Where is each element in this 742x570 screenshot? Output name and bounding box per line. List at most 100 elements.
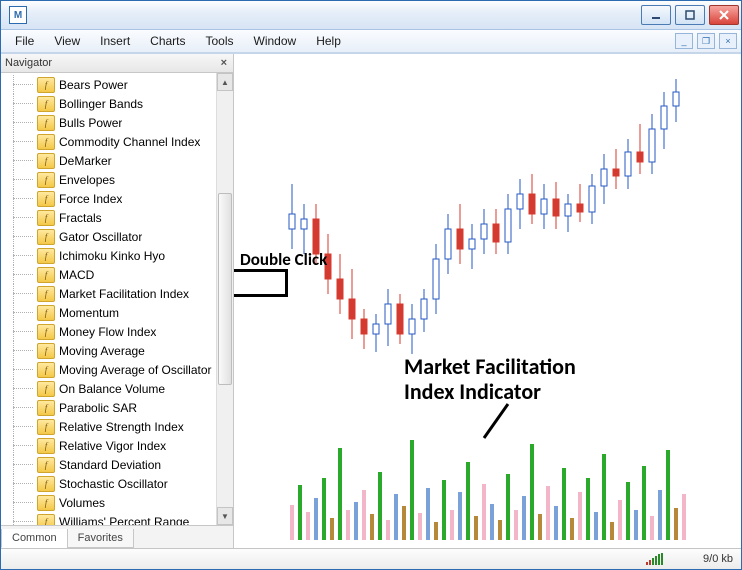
navigator-item-label: Envelopes (59, 173, 115, 187)
navigator-tree[interactable]: f Bears Power f Bollinger Bands f Bulls Power… (1, 73, 216, 525)
app-window: M File View Insert Charts Tools Window H… (0, 0, 742, 570)
title-bar[interactable]: M (1, 1, 741, 30)
maximize-button[interactable] (675, 5, 705, 25)
navigator-item[interactable]: f Moving Average (3, 341, 216, 360)
scroll-up-icon[interactable]: ▲ (217, 73, 233, 91)
connection-bars-icon (646, 553, 663, 565)
navigator-item[interactable]: f Stochastic Oscillator (3, 474, 216, 493)
navigator-item-label: Relative Vigor Index (59, 439, 166, 453)
navigator-item[interactable]: f Standard Deviation (3, 455, 216, 474)
indicator-icon: f (37, 153, 55, 169)
navigator-item-label: Stochastic Oscillator (59, 477, 168, 491)
navigator-item[interactable]: fParabolic SAR (3, 398, 216, 417)
navigator-item-label: Fractals (59, 211, 102, 225)
indicator-icon: f (37, 476, 55, 492)
navigator-item-label: MACD (59, 268, 94, 282)
navigator-panel: Navigator × f Bears Power f Bollinger Bands… (1, 54, 234, 548)
navigator-item-label: Bulls Power (59, 116, 122, 130)
navigator-item[interactable]: f Bollinger Bands (3, 94, 216, 113)
menu-file[interactable]: File (5, 32, 44, 50)
menu-bar: File View Insert Charts Tools Window Hel… (1, 30, 741, 53)
indicator-icon: f (37, 286, 55, 302)
navigator-tabs: Common Favorites (1, 525, 233, 548)
menu-charts[interactable]: Charts (140, 32, 195, 50)
tab-favorites[interactable]: Favorites (67, 529, 134, 548)
indicator-icon: f (37, 267, 55, 283)
menu-tools[interactable]: Tools (196, 32, 244, 50)
navigator-item-label: DeMarker (59, 154, 112, 168)
navigator-item-label: Gator Oscillator (59, 230, 142, 244)
navigator-item[interactable]: f Force Index (3, 189, 216, 208)
indicator-icon: f (37, 495, 55, 511)
child-close-button[interactable]: × (719, 33, 737, 49)
indicator-icon: f (37, 514, 55, 526)
candlestick-chart (234, 54, 741, 374)
navigator-item[interactable]: f Fractals (3, 208, 216, 227)
navigator-item-label: Williams' Percent Range (59, 515, 189, 526)
navigator-item-label: Commodity Channel Index (59, 135, 200, 149)
navigator-item[interactable]: f Williams' Percent Range (3, 512, 216, 525)
navigator-item-label: On Balance Volume (59, 382, 165, 396)
navigator-header[interactable]: Navigator × (1, 54, 233, 73)
indicator-icon: f (37, 229, 55, 245)
app-icon: M (9, 6, 27, 24)
navigator-item-label: Money Flow Index (59, 325, 156, 339)
navigator-item[interactable]: f Relative Vigor Index (3, 436, 216, 455)
navigator-item-label: Relative Strength Index (59, 420, 184, 434)
child-restore-button[interactable]: ❐ (697, 33, 715, 49)
indicator-icon: f (37, 343, 55, 359)
indicator-icon: f (37, 324, 55, 340)
annotation-mfi-label: Market Facilitation Index Indicator (404, 354, 576, 405)
navigator-item[interactable]: f MACD (3, 265, 216, 284)
navigator-item-label: Standard Deviation (59, 458, 161, 472)
navigator-item[interactable]: fVolumes (3, 493, 216, 512)
status-kb: 9/0 kb (703, 553, 733, 565)
indicator-icon: f (37, 457, 55, 473)
navigator-item[interactable]: f On Balance Volume (3, 379, 216, 398)
indicator-icon: f (37, 419, 55, 435)
navigator-item-label: Bollinger Bands (59, 97, 143, 111)
chart-area[interactable]: Double Click Market Facilitation Index I… (234, 54, 741, 548)
menu-insert[interactable]: Insert (90, 32, 140, 50)
navigator-item-label: Moving Average (59, 344, 145, 358)
navigator-item[interactable]: f DeMarker (3, 151, 216, 170)
menu-window[interactable]: Window (244, 32, 307, 50)
indicator-icon: f (37, 400, 55, 416)
navigator-item[interactable]: fIchimoku Kinko Hyo (3, 246, 216, 265)
indicator-icon: f (37, 210, 55, 226)
navigator-item[interactable]: fMoving Average of Oscillator (3, 360, 216, 379)
navigator-scrollbar[interactable]: ▲ ▼ (216, 73, 233, 525)
navigator-close-icon[interactable]: × (219, 58, 229, 69)
indicator-icon: f (37, 172, 55, 188)
indicator-icon: f (37, 438, 55, 454)
navigator-item[interactable]: f Commodity Channel Index (3, 132, 216, 151)
indicator-icon: f (37, 362, 55, 378)
status-bar: 9/0 kb (1, 548, 741, 569)
navigator-item[interactable]: fMarket Facilitation Index (3, 284, 216, 303)
navigator-item[interactable]: f Envelopes (3, 170, 216, 189)
minimize-button[interactable] (641, 5, 671, 25)
navigator-item-label: Bears Power (59, 78, 128, 92)
indicator-icon: f (37, 191, 55, 207)
scroll-down-icon[interactable]: ▼ (217, 507, 233, 525)
indicator-icon: f (37, 96, 55, 112)
indicator-icon: f (37, 77, 55, 93)
indicator-icon: f (37, 381, 55, 397)
navigator-item[interactable]: f Gator Oscillator (3, 227, 216, 246)
navigator-item[interactable]: f Bulls Power (3, 113, 216, 132)
annotation-double-click: Double Click (240, 249, 327, 270)
navigator-item[interactable]: f Bears Power (3, 75, 216, 94)
tab-common[interactable]: Common (1, 529, 68, 548)
menu-view[interactable]: View (44, 32, 90, 50)
menu-help[interactable]: Help (306, 32, 351, 50)
indicator-icon: f (37, 115, 55, 131)
navigator-item[interactable]: f Money Flow Index (3, 322, 216, 341)
navigator-item-label: Force Index (59, 192, 122, 206)
close-button[interactable] (709, 5, 739, 25)
navigator-item[interactable]: f Relative Strength Index (3, 417, 216, 436)
indicator-icon: f (37, 134, 55, 150)
navigator-item[interactable]: fMomentum (3, 303, 216, 322)
child-minimize-button[interactable]: _ (675, 33, 693, 49)
scroll-thumb[interactable] (218, 193, 232, 385)
annotation-arrow-icon (478, 402, 518, 442)
